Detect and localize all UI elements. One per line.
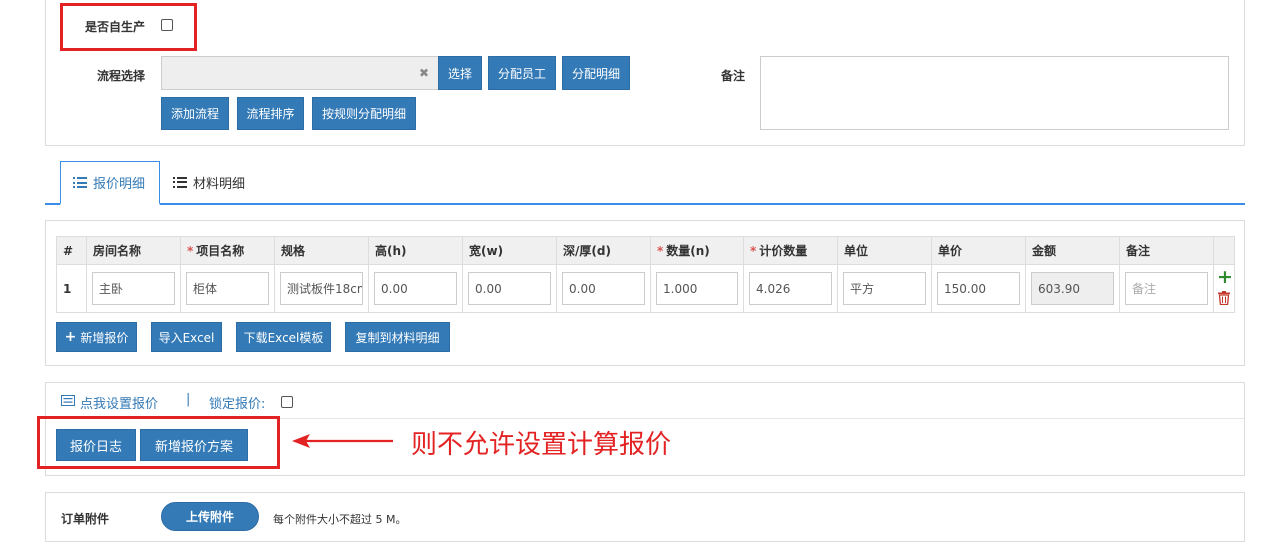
table-header-row: # 房间名称 * 项目名称 规格 高(h) 宽(w) 深/厚(d) * 数量(n) … xyxy=(56,236,1235,265)
col-width: 宽(w) xyxy=(462,236,557,265)
unit-input[interactable]: 平方 xyxy=(843,272,926,305)
rule-assign-button[interactable]: 按规则分配明细 xyxy=(312,97,416,130)
col-price-qty: * 计价数量 xyxy=(743,236,838,265)
self-produce-label: 是否自生产 xyxy=(85,20,146,34)
process-label: 流程选择 xyxy=(97,69,146,83)
depth-input[interactable]: 0.00 xyxy=(562,272,645,305)
quantity-input[interactable]: 1.000 xyxy=(656,272,738,305)
room-input[interactable]: 主卧 xyxy=(92,272,175,305)
select-button[interactable]: 选择 xyxy=(438,56,482,90)
width-input[interactable]: 0.00 xyxy=(468,272,551,305)
tab-material-detail-label: 材料明细 xyxy=(193,176,246,192)
assign-staff-button[interactable]: 分配员工 xyxy=(488,56,556,90)
process-sort-button[interactable]: 流程排序 xyxy=(237,97,304,130)
self-produce-checkbox[interactable] xyxy=(161,19,173,31)
import-excel-button[interactable]: 导入Excel xyxy=(151,322,222,352)
add-row-icon[interactable]: + xyxy=(1217,267,1233,287)
lock-quote-label: 锁定报价: xyxy=(209,397,266,412)
col-unit-price: 单价 xyxy=(931,236,1026,265)
height-input[interactable]: 0.00 xyxy=(374,272,457,305)
col-actions xyxy=(1213,236,1235,265)
process-select-input[interactable] xyxy=(161,56,439,90)
remark-label: 备注 xyxy=(721,69,746,83)
lock-quote-checkbox[interactable] xyxy=(281,396,293,408)
trash-icon[interactable] xyxy=(1218,291,1230,305)
tab-quote-detail[interactable]: 报价明细 xyxy=(60,161,160,205)
add-quote-label: 新增报价 xyxy=(80,330,129,345)
col-amount: 金额 xyxy=(1025,236,1120,265)
col-remark: 备注 xyxy=(1119,236,1214,265)
copy-to-material-button[interactable]: 复制到材料明细 xyxy=(345,322,450,352)
remark-input[interactable]: 备注 xyxy=(1125,272,1208,305)
tabs-underline xyxy=(45,203,1245,205)
list-icon xyxy=(173,176,187,188)
list-ordered-icon xyxy=(73,177,87,188)
col-quantity: * 数量(n) xyxy=(650,236,744,265)
col-index: # xyxy=(56,236,87,265)
quote-settings-link[interactable]: 点我设置报价 xyxy=(80,393,158,412)
annotation-text: 则不允许设置计算报价 xyxy=(411,430,672,460)
col-item: * 项目名称 xyxy=(180,236,275,265)
attachment-label: 订单附件 xyxy=(61,512,110,526)
unit-price-input[interactable]: 150.00 xyxy=(937,272,1020,305)
remark-textarea[interactable] xyxy=(760,56,1229,130)
tab-material-detail[interactable]: 材料明细 xyxy=(161,161,261,203)
plus-icon: + xyxy=(64,329,77,345)
add-quote-button[interactable]: + 新增报价 xyxy=(56,322,137,352)
upload-attachment-button[interactable]: 上传附件 xyxy=(161,502,259,531)
col-unit: 单位 xyxy=(837,236,932,265)
list-alt-icon xyxy=(61,395,75,406)
quote-table: # 房间名称 * 项目名称 规格 高(h) 宽(w) 深/厚(d) * 数量(n) … xyxy=(56,236,1235,313)
col-depth: 深/厚(d) xyxy=(556,236,651,265)
clear-icon[interactable]: ✖ xyxy=(419,66,429,80)
assign-detail-button[interactable]: 分配明细 xyxy=(562,56,630,90)
col-height: 高(h) xyxy=(368,236,463,265)
table-row: 1 主卧 柜体 测试板件18cm 0.00 0.00 0.00 1.000 4.… xyxy=(56,264,1235,313)
tab-quote-detail-label: 报价明细 xyxy=(93,177,146,192)
add-quote-plan-button[interactable]: 新增报价方案 xyxy=(140,429,248,461)
separator: | xyxy=(186,392,191,407)
quote-log-button[interactable]: 报价日志 xyxy=(56,429,136,461)
col-room: 房间名称 xyxy=(86,236,181,265)
price-qty-input[interactable]: 4.026 xyxy=(749,272,832,305)
row-index: 1 xyxy=(56,264,87,313)
spec-input[interactable]: 测试板件18cm xyxy=(280,272,363,305)
download-template-button[interactable]: 下载Excel模板 xyxy=(236,322,331,352)
attachment-hint: 每个附件大小不超过 5 M。 xyxy=(273,513,407,526)
item-input[interactable]: 柜体 xyxy=(186,272,269,305)
amount-input: 603.90 xyxy=(1031,272,1114,305)
arrow-left-icon xyxy=(292,434,393,448)
col-spec: 规格 xyxy=(274,236,369,265)
add-process-button[interactable]: 添加流程 xyxy=(161,97,229,130)
